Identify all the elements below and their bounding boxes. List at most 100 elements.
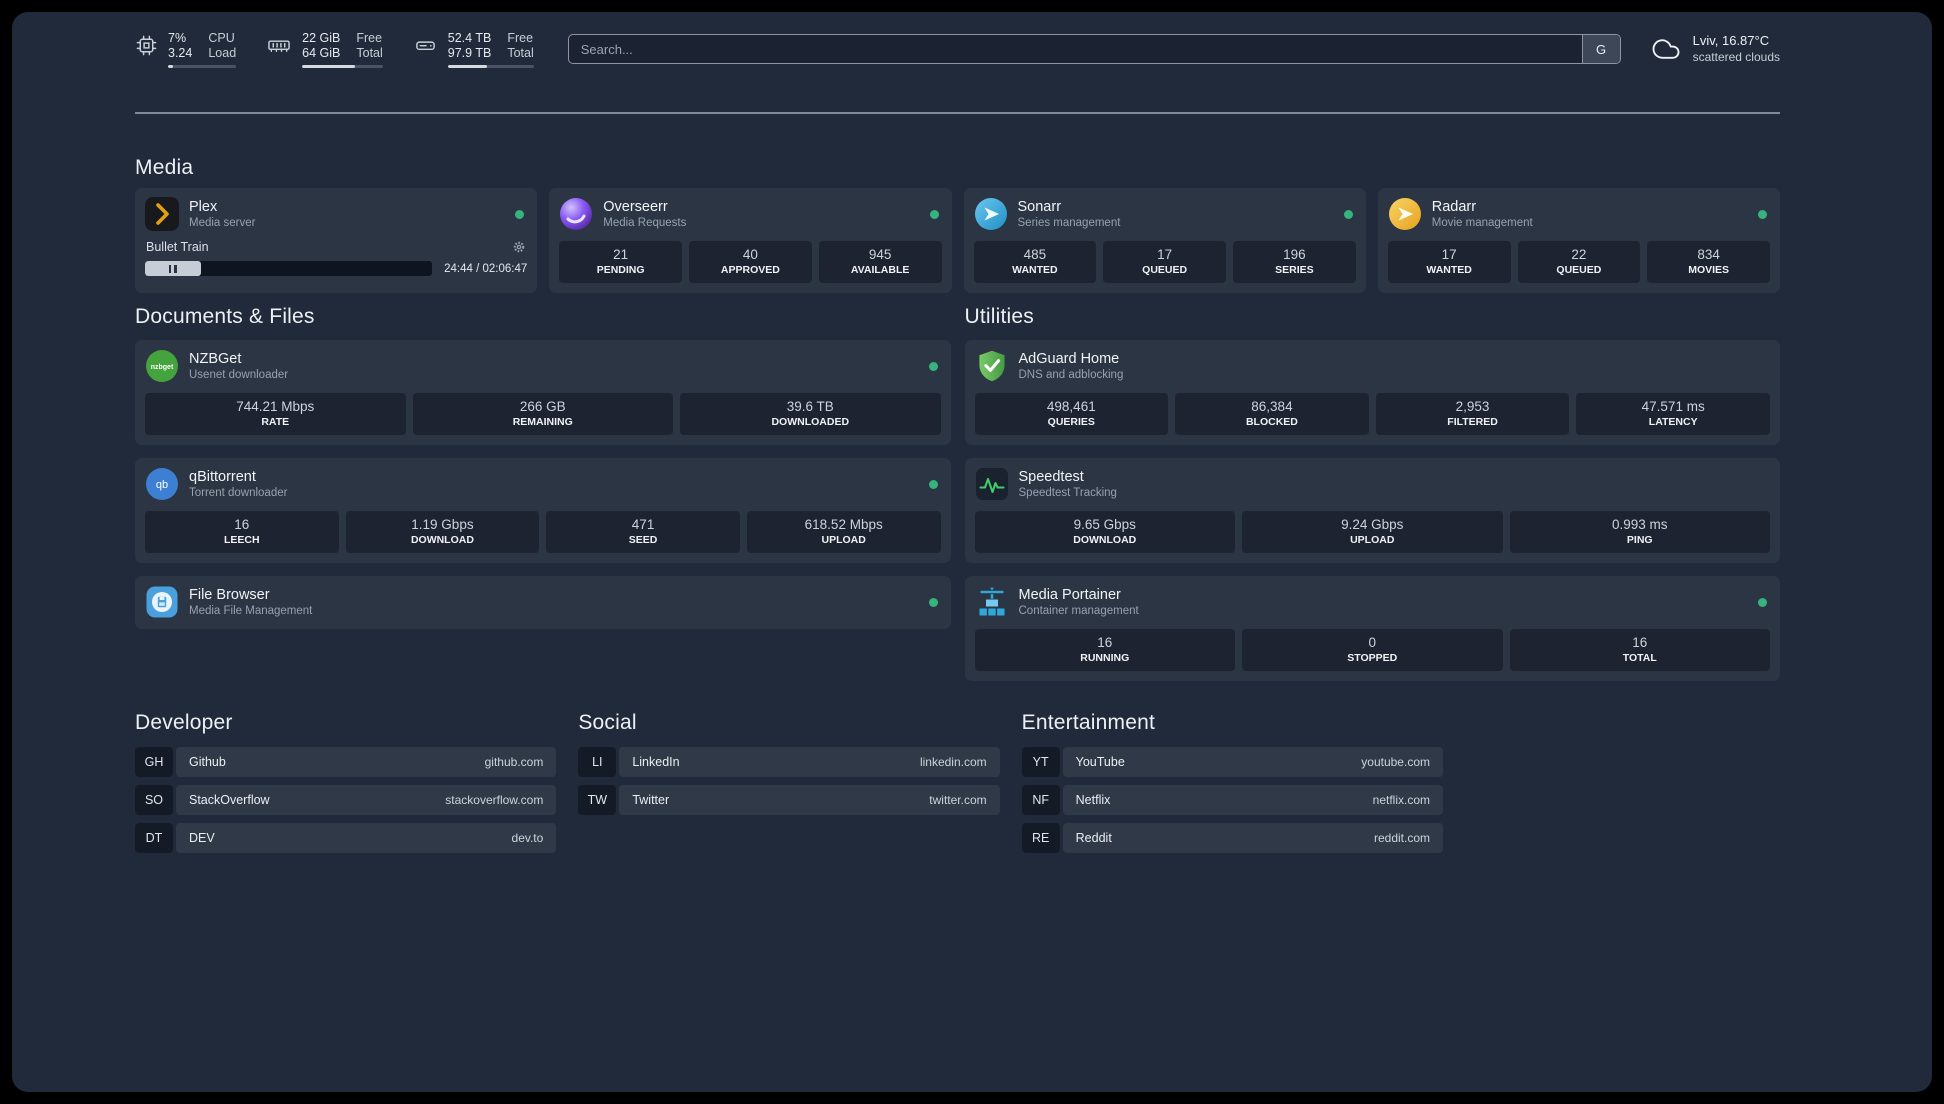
weather-widget: Lviv, 16.87°C scattered clouds — [1649, 32, 1780, 66]
weather-condition: scattered clouds — [1692, 50, 1780, 64]
section-title-entertainment: Entertainment — [1021, 711, 1155, 734]
bookmark-url: linkedin.com — [919, 755, 987, 769]
status-dot — [928, 479, 938, 489]
stat-label: TOTAL — [1622, 652, 1657, 664]
stat-total: 16 TOTAL — [1509, 629, 1770, 671]
service-desc: Usenet downloader — [189, 369, 289, 381]
service-card-radarr[interactable]: Radarr Movie management 17 WANTED 22 QUE… — [1377, 188, 1780, 293]
disk-widget: 52.4 TB 97.9 TB Free Total — [413, 31, 534, 68]
bookmark-abbr: GH — [135, 747, 173, 777]
stat-label: WANTED — [1426, 264, 1472, 276]
service-card-filebrowser[interactable]: File Browser Media File Management — [135, 576, 951, 629]
service-card-portainer[interactable]: Media Portainer Container management 16 … — [964, 576, 1780, 681]
service-name: File Browser — [189, 587, 270, 603]
stat-value: 39.6 TB — [786, 399, 834, 414]
stat-label: PING — [1626, 534, 1653, 546]
stat-label: WANTED — [1012, 264, 1058, 276]
stat-value: 22 — [1571, 247, 1587, 262]
disk-free-label: Free — [507, 30, 534, 45]
section-title-media: Media — [135, 156, 194, 179]
stat-value: 0.993 ms — [1611, 517, 1668, 532]
service-card-overseerr[interactable]: Overseerr Media Requests 21 PENDING 40 A… — [549, 188, 952, 293]
playback-progress-bar[interactable] — [145, 261, 433, 276]
resource-widgets: 7% 3.24 CPU Load 22 GiB 64 GiB Free Tota… — [135, 31, 534, 68]
stat-value: 40 — [742, 247, 758, 262]
search-input[interactable] — [568, 35, 1582, 63]
now-playing-title: Bullet Train — [146, 240, 209, 254]
stat-value: 471 — [631, 517, 655, 532]
service-desc: Torrent downloader — [189, 487, 288, 499]
memory-icon — [266, 34, 292, 57]
bookmark-twitter[interactable]: TW Twitter twitter.com — [578, 785, 1000, 815]
stat-value: 485 — [1023, 247, 1047, 262]
service-name: Radarr — [1431, 199, 1477, 215]
stat-stopped: 0 STOPPED — [1242, 629, 1503, 671]
service-card-nzbget[interactable]: nzbget NZBGet Usenet downloader 744.21 M… — [135, 340, 951, 445]
service-name: Sonarr — [1017, 199, 1062, 215]
service-card-speedtest[interactable]: Speedtest Speedtest Tracking 9.65 Gbps D… — [964, 458, 1780, 563]
radarr-icon — [1388, 197, 1422, 231]
plex-icon — [145, 197, 179, 231]
bookmark-name: LinkedIn — [632, 755, 680, 769]
stat-value: 196 — [1283, 247, 1306, 262]
qbittorrent-icon: qb — [145, 467, 179, 501]
svg-text:nzbget: nzbget — [151, 364, 174, 371]
sonarr-icon — [974, 197, 1008, 231]
bookmark-name: Github — [189, 755, 226, 769]
bookmark-dev[interactable]: DT DEV dev.to — [135, 823, 557, 853]
stat-label: BLOCKED — [1245, 416, 1298, 428]
disk-total-value: 97.9 TB — [447, 45, 492, 60]
bookmark-youtube[interactable]: YT YouTube youtube.com — [1021, 747, 1443, 777]
documents-column: Documents & Files nzbget NZBGet Usenet d — [135, 305, 951, 681]
memory-total-value: 64 GiB — [302, 45, 341, 60]
stat-value: 1.19 Gbps — [411, 517, 474, 532]
bookmark-reddit[interactable]: RE Reddit reddit.com — [1021, 823, 1443, 853]
stat-available: 945 AVAILABLE — [818, 241, 942, 283]
gear-icon[interactable] — [512, 240, 526, 254]
service-desc: Speedtest Tracking — [1018, 487, 1117, 499]
stat-value: 266 GB — [519, 399, 566, 414]
service-card-adguard[interactable]: AdGuard Home DNS and adblocking 498,461 … — [964, 340, 1780, 445]
stat-value: 17 — [1157, 247, 1173, 262]
stat-filtered: 2,953 FILTERED — [1375, 393, 1570, 435]
service-desc: Media File Management — [189, 605, 313, 617]
stat-value: 498,461 — [1046, 399, 1096, 414]
service-card-sonarr[interactable]: Sonarr Series management 485 WANTED 17 Q… — [963, 188, 1366, 293]
svg-text:qb: qb — [156, 479, 168, 491]
disk-usage-bar — [447, 64, 534, 68]
playback-time: 24:44 / 02:06:47 — [444, 262, 528, 275]
bookmark-linkedin[interactable]: LI LinkedIn linkedin.com — [578, 747, 1000, 777]
bookmark-group-developer: Developer GH Github github.com SO StackO… — [135, 711, 557, 853]
bookmark-abbr: DT — [135, 823, 173, 853]
bookmark-netflix[interactable]: NF Netflix netflix.com — [1021, 785, 1443, 815]
cpu-label: CPU — [208, 30, 235, 45]
bookmark-abbr: LI — [578, 747, 617, 777]
service-desc: Media Requests — [603, 217, 687, 229]
cpu-usage-bar — [168, 64, 237, 68]
bookmark-github[interactable]: GH Github github.com — [135, 747, 557, 777]
search-provider-button[interactable]: G — [1581, 35, 1620, 63]
bookmark-url: youtube.com — [1361, 755, 1430, 769]
bookmark-stackoverflow[interactable]: SO StackOverflow stackoverflow.com — [135, 785, 557, 815]
stat-label: RATE — [261, 416, 290, 428]
utilities-column: Utilities AdGuard Home DNS and adblockin… — [964, 305, 1780, 681]
adguard-shield-icon — [975, 349, 1009, 383]
bookmark-name: DEV — [189, 831, 215, 845]
stat-label: MOVIES — [1688, 264, 1730, 276]
stat-ping: 0.993 ms PING — [1509, 511, 1770, 553]
stat-leech: 16 LEECH — [145, 511, 339, 553]
stat-label: DOWNLOADED — [771, 416, 850, 428]
bookmark-url: github.com — [484, 755, 544, 769]
service-card-plex[interactable]: Plex Media server Bullet Train 24:44 / 0… — [135, 188, 538, 293]
cpu-usage-fill — [168, 64, 173, 68]
filebrowser-icon — [145, 585, 179, 619]
pause-icon[interactable] — [168, 264, 177, 273]
stat-label: SERIES — [1275, 264, 1314, 276]
service-card-qbittorrent[interactable]: qb qBittorrent Torrent downloader 16 LEE… — [135, 458, 951, 563]
stat-label: UPLOAD — [1350, 534, 1395, 546]
dashboard-frame: 7% 3.24 CPU Load 22 GiB 64 GiB Free Tota… — [12, 12, 1932, 1092]
stat-label: UPLOAD — [821, 534, 866, 546]
stat-value: 21 — [613, 247, 629, 262]
stat-value: 618.52 Mbps — [804, 517, 883, 532]
stat-movies: 834 MOVIES — [1647, 241, 1770, 283]
